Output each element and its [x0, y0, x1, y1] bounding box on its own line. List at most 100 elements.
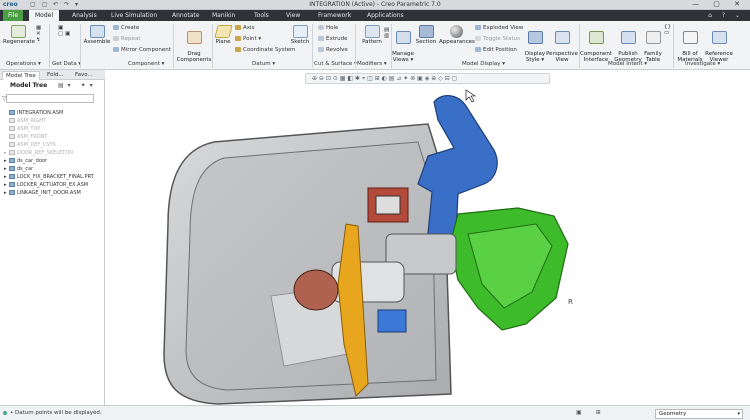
get-data-group-label[interactable]: Get Data ▾ [52, 61, 81, 67]
divider [212, 24, 213, 68]
red-motor-housing [293, 269, 339, 311]
tab-model[interactable]: Model [29, 10, 60, 21]
edit-position-button[interactable]: Edit Position [475, 47, 517, 53]
operations-group-label[interactable]: Operations ▾ [6, 61, 41, 67]
publish-geometry-button[interactable]: Publish Geometry [614, 25, 642, 63]
status-icons[interactable]: ▣ ⊞ [576, 409, 607, 416]
perspective-view-button[interactable]: Perspective View [546, 25, 578, 63]
assemble-button[interactable]: Assemble [83, 25, 111, 45]
intent-small-icons[interactable]: {} ▭ [664, 24, 671, 36]
tree-item-label: LINKAGE_INIT_DOOR.ASM [17, 190, 81, 196]
tree-item[interactable]: ASM_TOP [4, 126, 40, 132]
graphics-window[interactable]: R [106, 84, 750, 405]
tree-item-label: ASM_TOP [17, 126, 41, 132]
tab-model-tree[interactable]: Model Tree [2, 71, 40, 80]
tab-manikin[interactable]: Manikin [212, 12, 235, 19]
section-button[interactable]: Section [414, 25, 438, 45]
csys-icon [235, 47, 241, 52]
family-table-button[interactable]: Family Table [643, 25, 663, 63]
tree-item-label: LOCK_FIX_BRACKET_FINAL.PRT [17, 174, 94, 180]
sketch-button[interactable]: Sketch [290, 25, 310, 45]
point-button[interactable]: Point ▾ [235, 36, 261, 42]
repeat-button[interactable]: Repeat [113, 36, 140, 42]
tab-applications[interactable]: Applications [367, 12, 404, 19]
window-title: INTEGRATION (Active) - Creo Parametric 7… [309, 1, 441, 8]
component-group-label[interactable]: Component ▾ [128, 61, 164, 67]
tree-item[interactable]: ASM_FRONT [4, 134, 48, 140]
tree-item[interactable]: ▸ LOCK_FIX_BRACKET_FINAL.PRT [4, 174, 94, 180]
plane-button[interactable]: Plane [213, 25, 233, 45]
coordinate-system-button[interactable]: Coordinate System [235, 47, 295, 53]
drag-components-button[interactable]: Drag Components [176, 25, 212, 63]
tab-framework[interactable]: Framework [318, 12, 351, 19]
tree-item[interactable]: ▸ ds_car_door [4, 158, 47, 164]
cut-surface-group-label[interactable]: Cut & Surface ▾ [314, 61, 357, 67]
assemble-icon [89, 25, 105, 38]
tab-file[interactable]: File [3, 10, 24, 21]
tab-live-simulation[interactable]: Live Simulation [111, 12, 157, 19]
graphics-toolbar[interactable]: ⊕ ⊖ ⊡ ⊙ ▦ ◧ ✱ ⌖ ◫ ⊞ ◐ ▤ ⊿ ✦ ⊚ ▣ ◈ ⊕ ◇ ⊟ … [305, 73, 550, 84]
part-icon [9, 174, 15, 179]
tree-item[interactable]: ▸ LOCKER_ACTUATOR_EX.ASM [4, 182, 88, 188]
tree-item[interactable]: ▸ DOOR_REF_SKELETON [4, 150, 73, 156]
model-intent-group-label[interactable]: Model Intent ▾ [608, 61, 647, 67]
tree-item[interactable]: ASM_DEF_CSYS [4, 142, 56, 148]
tree-item[interactable]: INTEGRATION.ASM [4, 110, 63, 116]
ops-small-icons[interactable]: ▦ ✕ ↯ [36, 25, 41, 43]
window-controls[interactable]: — ▢ ✕ [692, 0, 746, 8]
datum-icon [9, 150, 15, 155]
tree-item-label: DOOR_REF_SKELETON [17, 150, 73, 156]
tab-analysis[interactable]: Analysis [72, 12, 97, 19]
tree-item[interactable]: ASM_RIGHT [4, 118, 46, 124]
investigate-group-label[interactable]: Investigate ▾ [685, 61, 720, 67]
reference-viewer-button[interactable]: Reference Viewer [704, 25, 734, 63]
appearances-button[interactable]: Appearances [439, 25, 475, 45]
tree-search-input[interactable]: ▽ [2, 94, 94, 103]
selection-filter-select[interactable]: Geometry ▾ [655, 409, 743, 419]
divider [49, 24, 50, 68]
pattern-button[interactable]: Pattern [360, 25, 384, 45]
assembly-icon [9, 110, 15, 115]
filter-icon: ▽ [2, 95, 7, 102]
tab-folder-browser[interactable]: Fold... [44, 71, 67, 80]
axis-button[interactable]: Axis [235, 25, 254, 31]
revolve-button[interactable]: Revolve [318, 47, 348, 53]
help-icons[interactable]: ⌂ ? ⌄ [708, 12, 744, 19]
tab-view[interactable]: View [286, 12, 300, 19]
mirror-component-button[interactable]: Mirror Component [113, 47, 171, 53]
bill-of-materials-button[interactable]: Bill of Materials [676, 25, 704, 63]
tab-favorites[interactable]: Favo... [72, 71, 96, 80]
tab-annotate[interactable]: Annotate [172, 12, 199, 19]
cad-model-view[interactable]: R [106, 84, 750, 405]
tree-item[interactable]: ▸ LINKAGE_INIT_DOOR.ASM [4, 190, 81, 196]
extrude-button[interactable]: Extrude [318, 36, 348, 42]
tree-settings-icons[interactable]: ▤▾ ✦▾ [58, 82, 97, 89]
datum-group-label[interactable]: Datum ▾ [252, 61, 275, 67]
tree-item[interactable]: ▸ ds_car [4, 166, 33, 172]
extrude-icon [318, 36, 324, 41]
exploded-view-icon [475, 25, 481, 30]
pattern-icon [364, 25, 380, 38]
view-tools-icons[interactable]: ⊕ ⊖ ⊡ ⊙ ▦ ◧ ✱ ⌖ ◫ ⊞ ◐ ▤ ⊿ ✦ ⊚ ▣ ◈ ⊕ ◇ ⊟ … [312, 75, 457, 83]
divider [80, 24, 81, 68]
regenerate-icon [10, 25, 26, 38]
modifier-small-icons[interactable]: ▤ ▥ [384, 27, 390, 39]
exploded-view-button[interactable]: Exploded View [475, 25, 523, 31]
hole-button[interactable]: Hole [318, 25, 338, 31]
manage-views-icon [395, 31, 411, 44]
toggle-status-button[interactable]: Toggle Status [475, 36, 520, 42]
create-button[interactable]: Create [113, 25, 139, 31]
model-tree-title: Model Tree [10, 82, 48, 89]
display-style-button[interactable]: Display Style ▾ [524, 25, 546, 63]
component-interface-button[interactable]: Component Interface [580, 25, 612, 63]
regenerate-button[interactable]: Regenerate [3, 25, 35, 45]
get-data-icons[interactable]: ▣ ▢ ▣ [58, 25, 70, 37]
manage-views-button[interactable]: Manage Views ▾ [391, 25, 415, 63]
perspective-icon [554, 31, 570, 44]
modifiers-group-label[interactable]: Modifiers ▾ [357, 61, 387, 67]
model-display-group-label[interactable]: Model Display ▾ [462, 61, 505, 67]
sketch-icon [292, 25, 308, 38]
tab-tools[interactable]: Tools [254, 12, 269, 19]
repeat-icon [113, 36, 119, 41]
datum-icon [9, 142, 15, 147]
